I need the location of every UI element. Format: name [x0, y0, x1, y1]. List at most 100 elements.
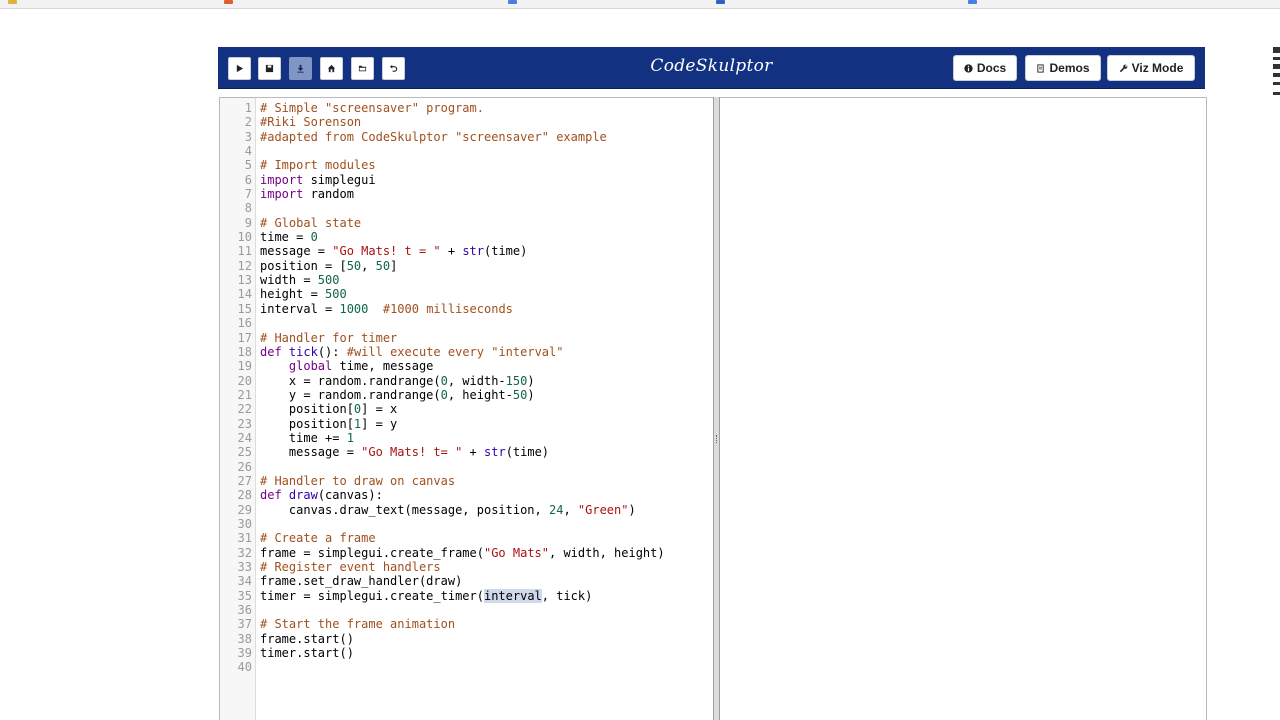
- code-token: frame = simplegui.create_frame(: [260, 545, 484, 560]
- download-button[interactable]: [289, 57, 312, 80]
- code-line[interactable]: 26: [220, 460, 713, 474]
- splitter-grip-icon: [716, 435, 718, 443]
- code-line[interactable]: 39 timer.start(): [220, 646, 713, 660]
- code-line[interactable]: 21 y = random.randrange(0, height-50): [220, 388, 713, 402]
- code-line[interactable]: 5 # Import modules: [220, 158, 713, 172]
- code-line[interactable]: 14 height = 500: [220, 287, 713, 301]
- line-number: 11: [237, 244, 252, 259]
- pane-splitter[interactable]: [713, 97, 720, 720]
- code-line[interactable]: 32 frame = simplegui.create_frame("Go Mat…: [220, 546, 713, 560]
- code-token: "Go Mats! t= ": [361, 445, 463, 460]
- code-line[interactable]: 20 x = random.randrange(0, width-150): [220, 374, 713, 388]
- code-line[interactable]: 6 import simplegui: [220, 173, 713, 187]
- code-line[interactable]: 30: [220, 517, 713, 531]
- undo-icon: [389, 64, 398, 72]
- code-token: "Go Mats! t = ": [332, 244, 441, 259]
- code-line[interactable]: 9 # Global state: [220, 216, 713, 230]
- code-token: interval =: [260, 301, 340, 316]
- line-number: 3: [244, 129, 252, 144]
- reset-button[interactable]: [382, 57, 405, 80]
- code-line[interactable]: 3 #adapted from CodeSkulptor "screensaver…: [220, 130, 713, 144]
- code-line[interactable]: 15 interval = 1000 #1000 milliseconds: [220, 302, 713, 316]
- code-line[interactable]: 25 message = "Go Mats! t= " + str(time): [220, 445, 713, 459]
- save-button[interactable]: [258, 57, 281, 80]
- demos-label: Demos: [1049, 61, 1090, 75]
- code-line[interactable]: 36: [220, 603, 713, 617]
- code-line[interactable]: 4: [220, 144, 713, 158]
- code-line[interactable]: 40: [220, 660, 713, 674]
- line-number: 17: [237, 330, 252, 345]
- code-text: position = [50, 50]: [260, 259, 397, 273]
- docs-button[interactable]: Docs: [953, 55, 1017, 81]
- code-line[interactable]: 7 import random: [220, 187, 713, 201]
- line-number: 5: [244, 158, 252, 173]
- code-line[interactable]: 1 # Simple "screensaver" program.: [220, 101, 713, 115]
- code-line[interactable]: 19 global time, message: [220, 359, 713, 373]
- code-line[interactable]: 12 position = [50, 50]: [220, 259, 713, 273]
- code-token: +: [462, 445, 484, 460]
- code-line[interactable]: 16: [220, 316, 713, 330]
- code-text: frame.start(): [260, 632, 354, 646]
- run-button[interactable]: [228, 57, 251, 80]
- code-text: #Riki Sorenson: [260, 115, 361, 129]
- code-token: 1000: [339, 301, 369, 316]
- code-line[interactable]: 31 # Create a frame: [220, 531, 713, 545]
- code-line[interactable]: 13 width = 500: [220, 273, 713, 287]
- code-line[interactable]: 38 frame.start(): [220, 632, 713, 646]
- code-token: ): [628, 502, 636, 517]
- code-token: #1000 milliseconds: [382, 301, 513, 316]
- code-line[interactable]: 10 time = 0: [220, 230, 713, 244]
- code-text: position[0] = x: [260, 402, 397, 416]
- code-token: x = random.randrange(: [260, 373, 441, 388]
- code-editor[interactable]: 1 # Simple "screensaver" program. 2 #Riki S…: [219, 97, 713, 720]
- code-line[interactable]: 28 def draw(canvas):: [220, 488, 713, 502]
- code-token: simplegui: [303, 172, 376, 187]
- fresh-url-button[interactable]: [320, 57, 343, 80]
- code-token: # Simple "screensaver" program.: [260, 101, 484, 115]
- code-token: def: [260, 344, 282, 359]
- code-text: canvas.draw_text(message, position, 24, …: [260, 503, 636, 517]
- code-line[interactable]: 35 timer = simplegui.create_timer(interva…: [220, 588, 713, 603]
- code-token: ): [527, 387, 535, 402]
- wrench-icon: [1119, 64, 1128, 73]
- viz-mode-button[interactable]: Viz Mode: [1107, 55, 1195, 81]
- code-text: message = "Go Mats! t= " + str(time): [260, 445, 549, 459]
- docs-label: Docs: [976, 61, 1007, 75]
- code-line[interactable]: 2 #Riki Sorenson: [220, 115, 713, 129]
- code-lines: 1 # Simple "screensaver" program. 2 #Riki S…: [220, 101, 713, 675]
- code-line[interactable]: 29 canvas.draw_text(message, position, 2…: [220, 503, 713, 517]
- code-line[interactable]: 34 frame.set_draw_handler(draw): [220, 574, 713, 588]
- code-line[interactable]: 27 # Handler to draw on canvas: [220, 474, 713, 488]
- line-number: 23: [237, 416, 252, 431]
- line-number: 25: [237, 445, 252, 460]
- open-button[interactable]: [351, 57, 374, 80]
- code-token: import: [260, 187, 304, 202]
- code-token: str: [484, 445, 506, 460]
- code-line[interactable]: 8: [220, 201, 713, 215]
- code-text: #adapted from CodeSkulptor "screensaver"…: [260, 130, 607, 144]
- code-text: x = random.randrange(0, width-150): [260, 374, 535, 388]
- output-pane[interactable]: [720, 97, 1207, 720]
- demos-button[interactable]: Demos: [1025, 55, 1101, 81]
- code-token: position = [: [260, 258, 347, 273]
- code-line[interactable]: 24 time += 1: [220, 431, 713, 445]
- code-line[interactable]: 37 # Start the frame animation: [220, 617, 713, 631]
- code-text: width = 500: [260, 273, 339, 287]
- code-line[interactable]: 17 # Handler for timer: [220, 331, 713, 345]
- code-token: #adapted from CodeSkulptor "screensaver"…: [260, 129, 607, 144]
- code-line[interactable]: 11 message = "Go Mats! t = " + str(time): [220, 244, 713, 258]
- code-text: # Create a frame: [260, 531, 376, 545]
- code-token: y = random.randrange(: [260, 387, 441, 402]
- line-number: 29: [237, 502, 252, 517]
- code-line[interactable]: 33 # Register event handlers: [220, 560, 713, 574]
- line-number: 38: [237, 631, 252, 646]
- code-line[interactable]: 23 position[1] = y: [220, 417, 713, 431]
- line-number: 9: [244, 215, 252, 230]
- code-line[interactable]: 22 position[0] = x: [220, 402, 713, 416]
- code-token: position[: [260, 416, 354, 431]
- code-line[interactable]: 18 def tick(): #will execute every "inter…: [220, 345, 713, 359]
- code-token: 24: [548, 502, 564, 517]
- code-token: canvas.draw_text(message, position,: [260, 502, 549, 517]
